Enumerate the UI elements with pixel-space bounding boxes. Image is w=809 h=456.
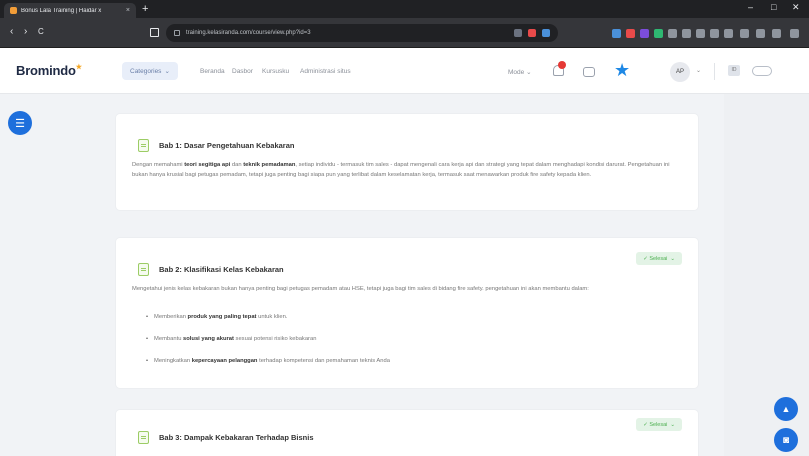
- extension-icon[interactable]: [696, 29, 705, 38]
- app-navbar: Bromindo★ Categories ⌄ Beranda Dasbor Kur…: [0, 48, 809, 94]
- browser-menu-icon[interactable]: [790, 29, 799, 38]
- arrow-up-icon: ▲: [781, 404, 791, 414]
- section-title: Bab 2: Klasifikasi Kelas Kebakaran: [159, 264, 284, 274]
- extension-icon[interactable]: [682, 29, 691, 38]
- section-header[interactable]: Bab 3: Dampak Kebakaran Terhadap Bisnis: [138, 430, 314, 444]
- list-item: Meningkatkan kepercayaan pelanggan terha…: [146, 358, 390, 364]
- chat-button[interactable]: ◙: [774, 428, 798, 452]
- document-icon: [138, 262, 149, 276]
- new-tab-button[interactable]: +: [142, 2, 148, 16]
- extension-icon[interactable]: [640, 29, 649, 38]
- chat-icon: ◙: [782, 434, 790, 446]
- section-card: ✓ Selesai ⌄ Bab 2: Klasifikasi Kelas Keba…: [116, 238, 698, 388]
- section-card: ✓ Selesai ⌄ Bab 3: Dampak Kebakaran Terha…: [116, 410, 698, 456]
- menu-item-dasbor[interactable]: Dasbor: [232, 68, 253, 75]
- menu-categories[interactable]: Categories ⌄: [122, 62, 178, 80]
- browser-toolbar: ‹ › C training.kelasiranda.com/course/vi…: [0, 18, 809, 48]
- document-icon: [138, 138, 149, 152]
- browser-tab-strip: Bonus Lala Training | Haidar x × + – □ ✕: [0, 0, 809, 18]
- extension-icon[interactable]: [724, 29, 733, 38]
- address-bar[interactable]: training.kelasiranda.com/course/view.php…: [166, 24, 558, 42]
- right-drawer: [724, 94, 809, 456]
- chevron-down-icon: ⌄: [670, 421, 675, 428]
- site-info-icon[interactable]: [174, 30, 180, 36]
- section-title: Bab 1: Dasar Pengetahuan Kebakaran: [159, 140, 295, 150]
- theme-toggle[interactable]: [752, 66, 772, 76]
- status-badge[interactable]: ✓ Selesai ⌄: [636, 252, 682, 265]
- notification-button[interactable]: [553, 61, 567, 79]
- tab-close-icon[interactable]: ×: [126, 7, 130, 14]
- menu-icon: ☰: [15, 117, 25, 130]
- section-header[interactable]: Bab 1: Dasar Pengetahuan Kebakaran: [138, 138, 294, 152]
- bookmark-icon[interactable]: [542, 29, 550, 37]
- avatar[interactable]: AP: [670, 62, 690, 82]
- address-url: training.kelasiranda.com/course/view.php…: [186, 30, 311, 36]
- drawer-menu-button[interactable]: ☰: [8, 111, 32, 135]
- menu-item-beranda[interactable]: Beranda: [200, 68, 225, 75]
- list-item: Membantu solusi yang akurat sesuai poten…: [146, 336, 316, 342]
- section-card: Bab 1: Dasar Pengetahuan Kebakaran Denga…: [116, 114, 698, 210]
- extension-icon[interactable]: [710, 29, 719, 38]
- window-maximize-button[interactable]: □: [771, 2, 776, 12]
- user-mode-menu[interactable]: Mode ⌄: [508, 68, 532, 76]
- navbar-divider: [714, 63, 715, 80]
- tab-title: Bonus Lala Training | Haidar x: [21, 7, 102, 14]
- section-text: Mengetahui jenis kelas kebakaran bukan h…: [132, 286, 589, 292]
- course-content: Bab 1: Dasar Pengetahuan Kebakaran Denga…: [102, 94, 724, 456]
- chevron-down-icon: ⌄: [670, 255, 675, 262]
- window-close-button[interactable]: ✕: [792, 2, 800, 13]
- extension-icon[interactable]: [654, 29, 663, 38]
- extension-icon[interactable]: [668, 29, 677, 38]
- menu-item-administrasi[interactable]: Administrasi situs: [300, 68, 351, 75]
- logo-star-icon: ★: [75, 64, 82, 71]
- list-item: Memberikan produk yang paling tepat untu…: [146, 314, 287, 320]
- section-title: Bab 3: Dampak Kebakaran Terhadap Bisnis: [159, 432, 314, 442]
- document-icon: [138, 430, 149, 444]
- forward-button[interactable]: ›: [24, 26, 27, 37]
- chevron-down-icon[interactable]: ⌄: [696, 67, 701, 74]
- messages-icon[interactable]: [583, 67, 595, 77]
- extension-icon[interactable]: [626, 29, 635, 38]
- site-logo[interactable]: Bromindo★: [16, 63, 82, 78]
- section-text: Dengan memahami teori segitiga api dan t…: [132, 162, 670, 178]
- scroll-top-button[interactable]: ▲: [774, 397, 798, 421]
- tab-favicon-icon: [10, 7, 17, 14]
- browser-tab[interactable]: Bonus Lala Training | Haidar x ×: [4, 3, 136, 18]
- extension-icon[interactable]: [756, 29, 765, 38]
- achievement-star-icon[interactable]: ★: [614, 61, 630, 79]
- extension-icon[interactable]: [528, 29, 536, 37]
- status-badge[interactable]: ✓ Selesai ⌄: [636, 418, 682, 431]
- key-icon[interactable]: [514, 29, 522, 37]
- sidebar-toggle-icon[interactable]: [150, 28, 159, 37]
- window-minimize-button[interactable]: –: [748, 2, 753, 12]
- chevron-down-icon: ⌄: [164, 68, 170, 75]
- menu-item-kursusku[interactable]: Kursusku: [262, 68, 289, 75]
- notification-badge: [558, 61, 566, 69]
- language-switch[interactable]: ID: [728, 65, 740, 76]
- reload-button[interactable]: C: [38, 27, 44, 36]
- profile-icon[interactable]: [772, 29, 781, 38]
- section-header[interactable]: Bab 2: Klasifikasi Kelas Kebakaran: [138, 262, 284, 276]
- back-button[interactable]: ‹: [10, 26, 13, 37]
- extension-icon[interactable]: [740, 29, 749, 38]
- extension-icon[interactable]: [612, 29, 621, 38]
